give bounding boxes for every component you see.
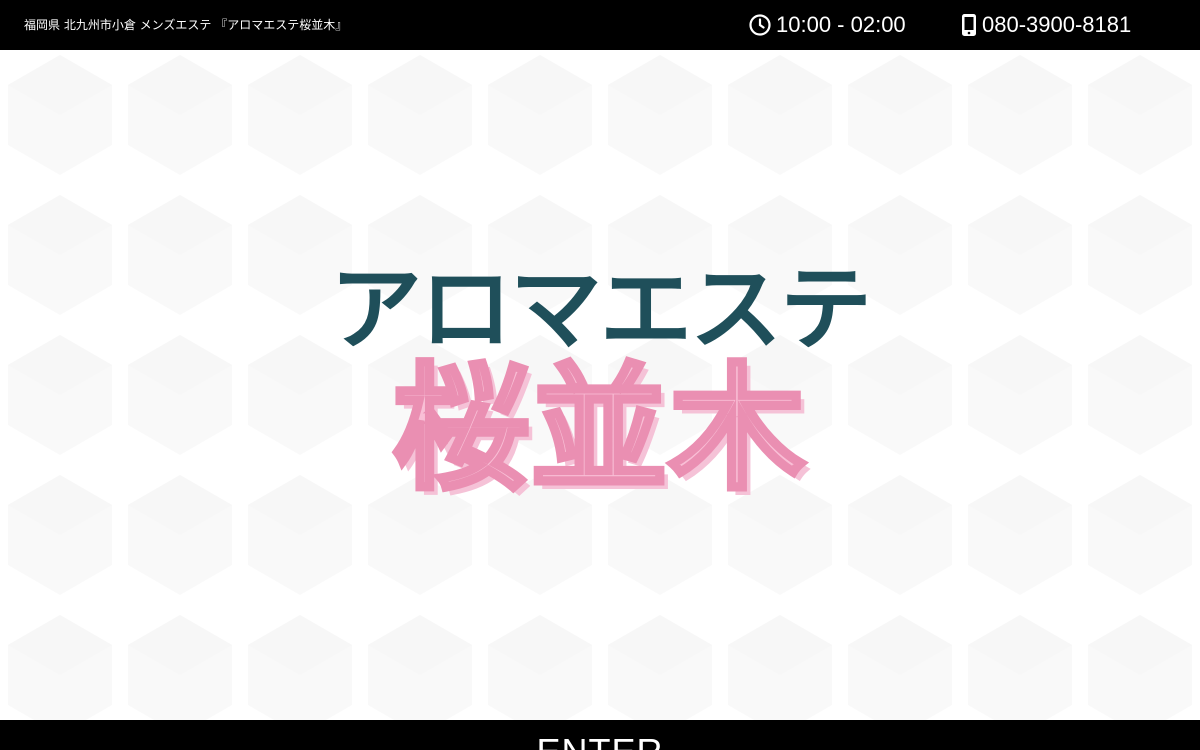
phone-number: 080-3900-8181 — [982, 12, 1132, 37]
hero-section: アロマエステ 桜並木 — [0, 50, 1200, 720]
enter-button[interactable]: ENTER — [0, 732, 1200, 750]
site-header: 福岡県 北九州市小倉 メンズエステ 『アロマエステ桜並木』 10:00 - 02… — [0, 0, 1200, 50]
clock-icon — [748, 13, 772, 37]
business-hours: 10:00 - 02:00 — [748, 11, 906, 39]
phone-link[interactable]: 080-3900-8181 — [960, 11, 1131, 39]
enter-bar[interactable]: ENTER — [0, 720, 1200, 750]
site-tagline: 福岡県 北九州市小倉 メンズエステ 『アロマエステ桜並木』 — [24, 18, 348, 32]
logo-subtitle: 桜並木 — [391, 349, 808, 512]
business-hours-text: 10:00 - 02:00 — [776, 12, 906, 37]
mobile-phone-icon — [960, 13, 978, 37]
